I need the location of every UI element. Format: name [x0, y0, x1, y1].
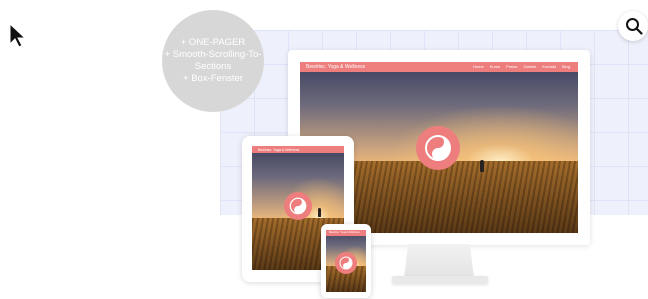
- nav-item: Kontakt: [542, 64, 556, 69]
- monitor-base: [392, 276, 488, 284]
- nav-item: Blog: [561, 64, 570, 69]
- person-figure: [318, 208, 321, 217]
- site-navbar: Bewirtsc. Yoga & Wellness: [326, 230, 366, 236]
- phone-screen: Bewirtsc. Yoga & Wellness: [326, 230, 366, 292]
- person-figure: [480, 160, 484, 172]
- feature-line: + ONE-PAGER: [180, 37, 246, 48]
- nav-item: Galerie: [523, 64, 537, 69]
- phone-mockup: Bewirtsc. Yoga & Wellness: [321, 224, 371, 298]
- feature-line: + Box-Fenster: [183, 73, 243, 84]
- feature-line: + Smooth-Scrolling-To-: [164, 49, 262, 60]
- site-brand: Bewirtsc. Yoga & Wellness: [329, 231, 360, 235]
- nav-item: Preise: [506, 64, 518, 69]
- site-nav-items: Home Kurse Preise Galerie Kontakt Blog: [473, 64, 570, 69]
- monitor-stand: [404, 244, 474, 278]
- site-navbar: Bewirtsc. Yoga & Wellness Home Kurse Pre…: [300, 62, 578, 72]
- yin-yang-icon: [284, 192, 312, 220]
- cursor-arrow-icon: [8, 22, 30, 53]
- feature-line: Sections: [194, 61, 232, 72]
- site-navbar: Bewirtsc. Yoga & Wellness: [252, 146, 344, 153]
- search-button[interactable]: [618, 11, 648, 41]
- yin-yang-icon: [335, 252, 357, 274]
- nav-item: Home: [473, 64, 484, 69]
- search-icon: [626, 18, 643, 35]
- yin-yang-icon: [416, 126, 460, 170]
- nav-item: Kurse: [489, 64, 501, 69]
- site-brand: Bewirtsc. Yoga & Wellness: [258, 147, 300, 152]
- site-brand: Bewirtsc. Yoga & Wellness: [306, 64, 366, 70]
- feature-bubble: + ONE-PAGER + Smooth-Scrolling-To- Secti…: [162, 10, 264, 112]
